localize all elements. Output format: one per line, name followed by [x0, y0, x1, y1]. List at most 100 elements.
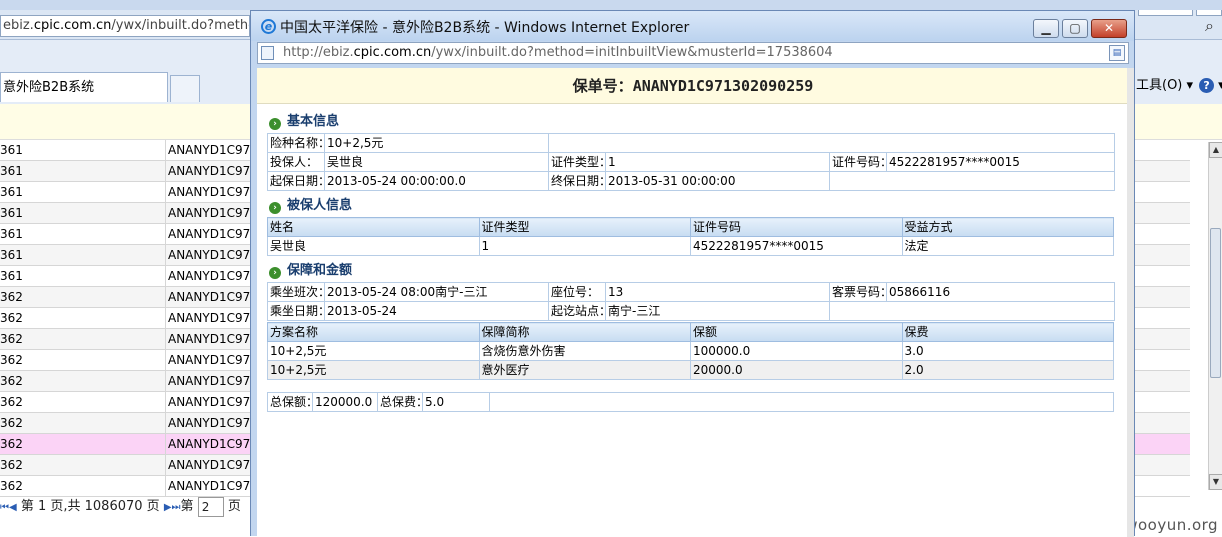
row-policy-cell: ANANYD1C97 [168, 269, 250, 283]
insured-header-id-type: 证件类型 [478, 217, 691, 237]
insured-header-beneficiary: 受益方式 [901, 217, 1114, 237]
row-policy-cell: ANANYD1C97 [168, 206, 250, 220]
section-coverage: › 保障和金额 [269, 263, 352, 279]
next-page-icon[interactable]: ▶ [164, 502, 172, 513]
label-id-type: 证件类型： [548, 152, 606, 172]
section-bullet-icon: › [269, 118, 281, 130]
goto-suffix: 页 [227, 499, 241, 514]
label-total-amount: 总保额： [267, 392, 313, 412]
first-page-icon[interactable]: ⏮ [0, 502, 9, 513]
coverage-short: 含烧伤意外伤害 [478, 341, 691, 361]
label-applicant: 投保人： [267, 152, 325, 172]
maximize-button[interactable]: ▢ [1062, 19, 1088, 38]
row-policy-cell: ANANYD1C97 [168, 374, 250, 388]
tools-menu[interactable]: 工具(O) ▾? ▾ [1136, 78, 1222, 94]
popup-scrollbar[interactable] [1127, 68, 1134, 537]
prev-page-icon[interactable]: ◀ [9, 502, 17, 513]
row-id-cell: 362 [0, 455, 166, 476]
row-id-cell: 361 [0, 266, 166, 287]
scroll-thumb[interactable] [1210, 228, 1221, 378]
row-policy-cell: ANANYD1C97 [168, 143, 250, 157]
scroll-down-arrow-icon[interactable]: ▼ [1209, 474, 1222, 490]
coverage-premium: 3.0 [901, 341, 1114, 361]
popup-title: 中国太平洋保险 - 意外险B2B系统 - Windows Internet Ex… [280, 20, 690, 36]
page-icon [261, 46, 274, 60]
popup-url[interactable]: http://ebiz.cpic.com.cn/ywx/inbuilt.do?m… [283, 44, 833, 62]
coverage-table: 方案名称 保障简称 保额 保费 10+2,5元 含烧伤意外伤害 100000.0… [267, 322, 1114, 380]
coverage-amount: 100000.0 [690, 341, 903, 361]
insured-header-name: 姓名 [267, 217, 480, 237]
row-policy-cell: ANANYD1C97 [168, 479, 250, 493]
tab-b2b-system[interactable]: 意外险B2B系统 [0, 72, 168, 102]
row-policy-cell: ANANYD1C97 [168, 164, 250, 178]
label-seat: 座位号： [548, 282, 606, 302]
totals-table: 总保额： 120000.0 总保费： 5.0 [267, 392, 1114, 412]
insured-beneficiary: 法定 [901, 236, 1114, 256]
background-toolbar-dropdown[interactable] [1138, 10, 1193, 16]
basic-info-table: 险种名称： 10+2,5元 投保人： 吴世良 证件类型： 1 证件号码： 452… [267, 133, 1115, 191]
insured-id-type: 1 [478, 236, 691, 256]
section-basic-info: › 基本信息 [269, 114, 339, 130]
row-id-cell: 362 [0, 308, 166, 329]
row-id-cell: 361 [0, 203, 166, 224]
section-bullet-icon: › [269, 267, 281, 279]
row-id-cell: 361 [0, 161, 166, 182]
compatibility-view-icon[interactable]: ▤ [1109, 45, 1125, 61]
row-policy-cell: ANANYD1C97 [168, 458, 250, 472]
background-title-bar [0, 0, 1222, 10]
row-id-cell: 362 [0, 329, 166, 350]
row-id-cell: 362 [0, 434, 166, 455]
row-policy-cell: ANANYD1C97 [168, 248, 250, 262]
row-id-cell: 362 [0, 476, 166, 497]
coverage-header-amount: 保额 [690, 322, 903, 342]
minimize-button[interactable]: ▁ [1033, 19, 1059, 38]
row-policy-cell: ANANYD1C97 [168, 311, 250, 325]
goto-prefix: 第 [180, 499, 194, 514]
ie-logo-icon: e [261, 19, 276, 34]
last-page-icon[interactable]: ⏭ [172, 502, 181, 513]
policy-popup-window: e 中国太平洋保险 - 意外险B2B系统 - Windows Internet … [250, 10, 1135, 537]
label-ticket: 客票号码： [829, 282, 887, 302]
row-policy-cell: ANANYD1C97 [168, 227, 250, 241]
row-id-cell: 362 [0, 392, 166, 413]
value-insurance-name: 10+2,5元 [324, 133, 549, 153]
value-ticket: 05866116 [886, 282, 1115, 302]
goto-page-input[interactable]: 2 [197, 496, 224, 517]
value-start-date: 2013-05-24 00:00:00.0 [324, 171, 549, 191]
value-total-premium: 5.0 [422, 392, 490, 412]
row-policy-cell: ANANYD1C97 [168, 353, 250, 367]
search-icon[interactable]: ⌕ [1205, 16, 1214, 36]
label-insurance-name: 险种名称： [267, 133, 325, 153]
close-button[interactable]: ✕ [1091, 19, 1127, 38]
background-scrollbar[interactable]: ▲ ▼ [1208, 142, 1222, 490]
scroll-up-arrow-icon[interactable]: ▲ [1209, 142, 1222, 158]
row-id-cell: 361 [0, 182, 166, 203]
coverage-plan: 10+2,5元 [267, 360, 480, 380]
popup-address-bar[interactable]: http://ebiz.cpic.com.cn/ywx/inbuilt.do?m… [257, 42, 1129, 64]
policy-label: 保单号： [572, 77, 633, 95]
row-policy-cell: ANANYD1C97 [168, 332, 250, 346]
row-id-cell: 361 [0, 245, 166, 266]
help-icon[interactable]: ? [1199, 78, 1215, 93]
row-id-cell: 361 [0, 224, 166, 245]
value-route: 南宁-三江 [605, 301, 830, 321]
popup-content: 保单号：ANANYD1C971302090259 › 基本信息 险种名称： 10+… [257, 68, 1129, 537]
value-seat: 13 [605, 282, 830, 302]
row-policy-cell: ANANYD1C97 [168, 185, 250, 199]
coverage-plan: 10+2,5元 [267, 341, 480, 361]
value-id-type: 1 [605, 152, 830, 172]
label-end-date: 终保日期： [548, 171, 606, 191]
value-end-date: 2013-05-31 00:00:00 [605, 171, 830, 191]
label-trip: 乘坐班次： [267, 282, 325, 302]
background-url-input[interactable]: ebiz.cpic.com.cn/ywx/inbuilt.do?method= [0, 15, 250, 37]
new-tab-button[interactable] [170, 75, 200, 102]
coverage-premium: 2.0 [901, 360, 1114, 380]
coverage-header-short: 保障简称 [478, 322, 691, 342]
value-trip-date: 2013-05-24 [324, 301, 549, 321]
insured-header-id-no: 证件号码 [690, 217, 903, 237]
popup-title-bar[interactable]: e 中国太平洋保险 - 意外险B2B系统 - Windows Internet … [251, 11, 1134, 41]
value-total-amount: 120000.0 [312, 392, 378, 412]
coverage-header-premium: 保费 [901, 322, 1114, 342]
row-policy-cell: ANANYD1C97 [168, 437, 250, 451]
value-id-no: 4522281957****0015 [886, 152, 1115, 172]
